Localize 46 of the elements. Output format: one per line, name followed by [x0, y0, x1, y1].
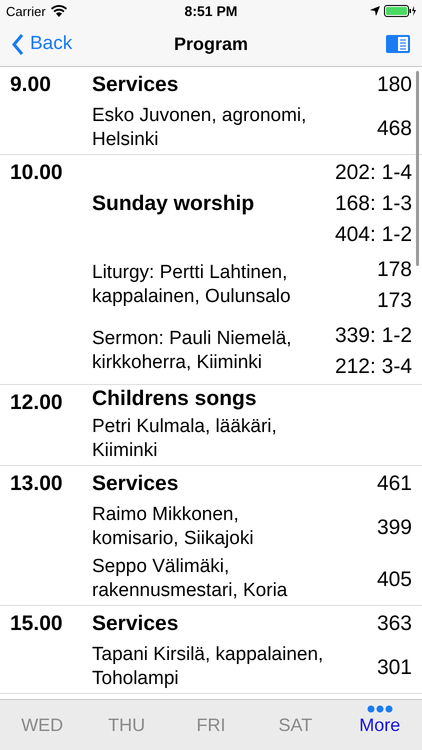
hymn-number: 405: [376, 566, 412, 592]
speaker-text: Liturgy: Pertti Lahtinen, kappalainen, Oulunsalo: [92, 261, 292, 309]
hymn-number: 180: [376, 72, 412, 98]
speaker-text: Raimo Mikkonen, komisario, Siikajoki: [92, 503, 255, 551]
day-tab[interactable]: More: [338, 714, 422, 736]
hymn-number: 363: [376, 611, 412, 637]
speaker-text: Sermon: Pauli Niemelä, kirkkoherra, Kiiminki: [92, 327, 293, 375]
wifi-icon: [50, 5, 67, 17]
speaker-text: Esko Juvonen, agronomi, Helsinki: [92, 104, 308, 152]
hymn-number: 178: [376, 257, 412, 283]
program-title: Sunday worship: [92, 192, 254, 216]
speaker-text: Tapani Kirsilä, kappalainen, Toholampi: [92, 643, 324, 691]
hymn-number: 339: 1-2: [334, 323, 412, 349]
day-tab[interactable]: SAT: [253, 714, 338, 736]
battery-icon: [384, 5, 416, 17]
time-label: 9.00: [10, 72, 52, 98]
carrier-label: Carrier: [6, 4, 46, 18]
hymn-number: 202: 1-4: [334, 160, 412, 186]
speaker-text: Petri Kulmala, lääkäri, Kiiminki: [92, 415, 278, 463]
hymn-number: 461: [376, 471, 412, 497]
hymn-number: 301: [376, 654, 412, 680]
time-label: 10.00: [10, 160, 64, 186]
time-label: 15.00: [10, 611, 64, 637]
day-tab[interactable]: THU: [84, 714, 169, 736]
hymn-number: 173: [376, 288, 412, 314]
speaker-text: Seppo Välimäki, rakennusmestari, Koria: [92, 555, 288, 603]
day-tab[interactable]: WED: [0, 714, 84, 736]
program-title: Childrens songs: [92, 387, 257, 411]
time-label: 12.00: [10, 390, 64, 416]
program-title: Services: [92, 472, 178, 496]
back-button[interactable]: Back: [12, 33, 122, 55]
program-title: Services: [92, 72, 178, 96]
hymn-number: 399: [376, 514, 412, 540]
hymn-number: 212: 3-4: [334, 354, 412, 380]
screen-title: Program: [174, 34, 248, 54]
hymn-number: 468: [376, 116, 412, 142]
program-title: Services: [92, 612, 178, 636]
hymn-number: 168: 1-3: [334, 191, 412, 217]
time-label: 13.00: [10, 471, 64, 497]
hymn-number: 404: 1-2: [334, 222, 412, 248]
clock-time: 8:51 PM: [184, 3, 238, 19]
day-tab[interactable]: FRI: [168, 714, 254, 736]
sidebar-icon: [386, 35, 410, 53]
location-arrow-icon: [370, 6, 380, 16]
more-dots-icon: [366, 704, 393, 712]
chevron-left-icon: [12, 34, 24, 54]
